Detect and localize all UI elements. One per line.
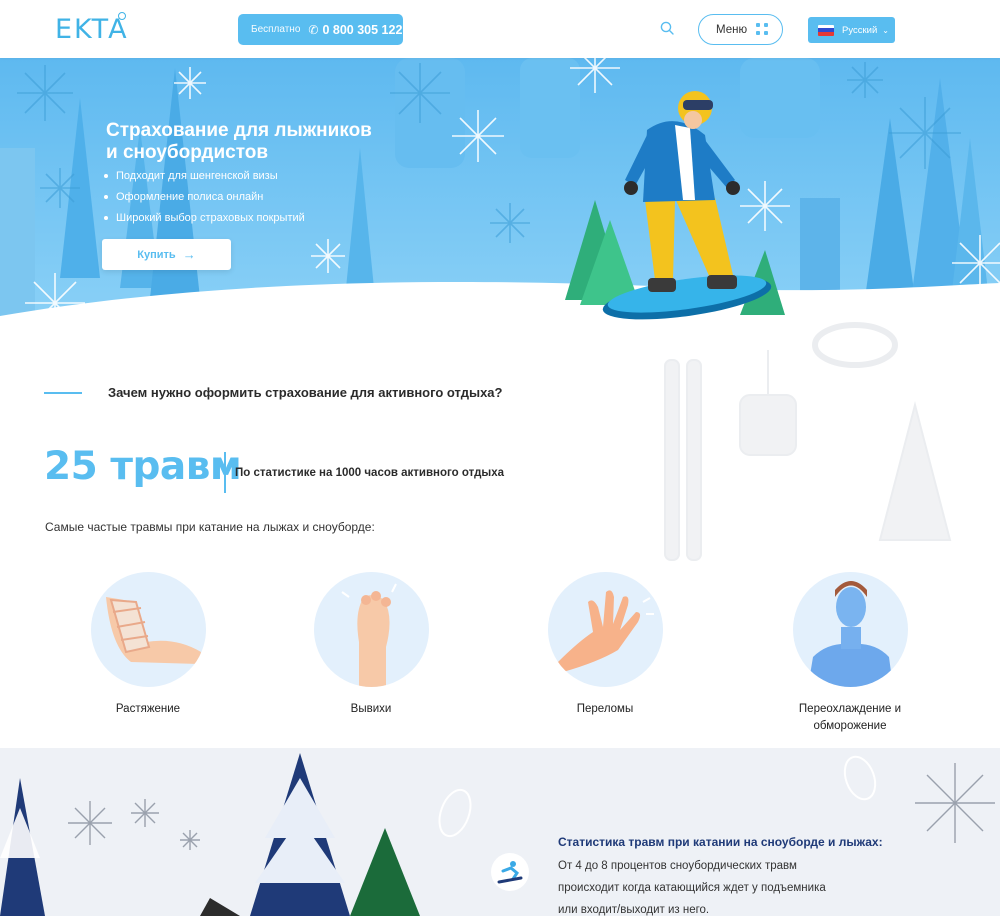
sprain-icon: [90, 572, 206, 687]
search-icon[interactable]: [660, 21, 674, 35]
hero-benefit: Оформление полиса онлайн: [104, 186, 305, 207]
header: EKTA Бесплатно ✆ 0 800 305 122 Меню Русс…: [0, 0, 1000, 58]
injury-label-line-2: обморожение: [813, 720, 887, 732]
phone-number: 0 800 305 122: [322, 22, 403, 37]
injury-card-frostbite: Переохлаждение и обморожение: [760, 572, 940, 735]
dislocation-icon: [313, 572, 429, 687]
stat-description: По статистике на 1000 часов активного от…: [235, 467, 505, 479]
stat-injuries-count: 25 травм: [44, 444, 242, 489]
flag-icon: [818, 24, 834, 36]
phone-icon: ✆: [308, 22, 319, 37]
grid-icon: [756, 23, 768, 35]
ski-equipment-decoration: [664, 322, 952, 561]
injury-label: Переохлаждение и обморожение: [760, 701, 940, 735]
buy-label: Купить: [137, 248, 176, 261]
hero-benefit: Подходит для шенгенской визы: [104, 165, 305, 186]
logo-ring-icon: [118, 12, 126, 20]
injury-statistics-block: Статистика травм при катании на сноуборд…: [558, 835, 898, 916]
menu-label: Меню: [716, 23, 748, 36]
phone-button[interactable]: Бесплатно ✆ 0 800 305 122: [238, 14, 403, 45]
arrow-right-icon: →: [182, 247, 196, 262]
injuries-intro: Самые частые травмы при катание на лыжах…: [45, 520, 375, 534]
hero-benefits-list: Подходит для шенгенской визы Оформление …: [104, 165, 305, 228]
frostbite-icon: [792, 572, 908, 687]
language-select[interactable]: Русский ⌄: [808, 17, 895, 43]
snowboard-icon: [491, 853, 529, 891]
stat-block-title: Статистика травм при катании на сноуборд…: [558, 835, 883, 849]
fracture-icon: [547, 572, 663, 687]
logo[interactable]: EKTA: [55, 14, 129, 45]
injury-label: Растяжение: [115, 703, 181, 715]
injury-label: Вывихи: [350, 703, 392, 715]
stat-block-line: От 4 до 8 процентов сноубордических трав…: [558, 860, 797, 872]
chevron-down-icon: ⌄: [882, 25, 889, 35]
stat-block-line: происходит когда катающийся ждет у подъе…: [558, 882, 826, 894]
hero-title-line-2: и сноубордистов: [106, 142, 269, 163]
hero-title: Страхование для лыжников и сноубордистов: [106, 120, 426, 164]
injury-label: Переломы: [576, 703, 634, 715]
stat-separator: [224, 452, 226, 493]
injury-card-sprain: Растяжение: [58, 572, 238, 718]
phone-free-label: Бесплатно: [251, 24, 301, 35]
injury-card-dislocation: Вывихи: [281, 572, 461, 718]
hero-banner: Страхование для лыжников и сноубордистов…: [0, 58, 1000, 350]
injury-label-line-1: Переохлаждение и: [798, 703, 902, 715]
language-label: Русский: [842, 24, 878, 36]
section-title: Зачем нужно оформить страхование для акт…: [108, 385, 503, 400]
injury-card-fracture: Переломы: [515, 572, 695, 718]
section-divider: [44, 392, 82, 394]
stat-block-line: или входит/выходит из него.: [558, 904, 710, 916]
buy-button[interactable]: Купить →: [102, 239, 231, 270]
hero-title-line-1: Страхование для лыжников: [106, 120, 372, 141]
hero-benefit: Широкий выбор страховых покрытий: [104, 207, 305, 228]
menu-button[interactable]: Меню: [698, 14, 783, 45]
